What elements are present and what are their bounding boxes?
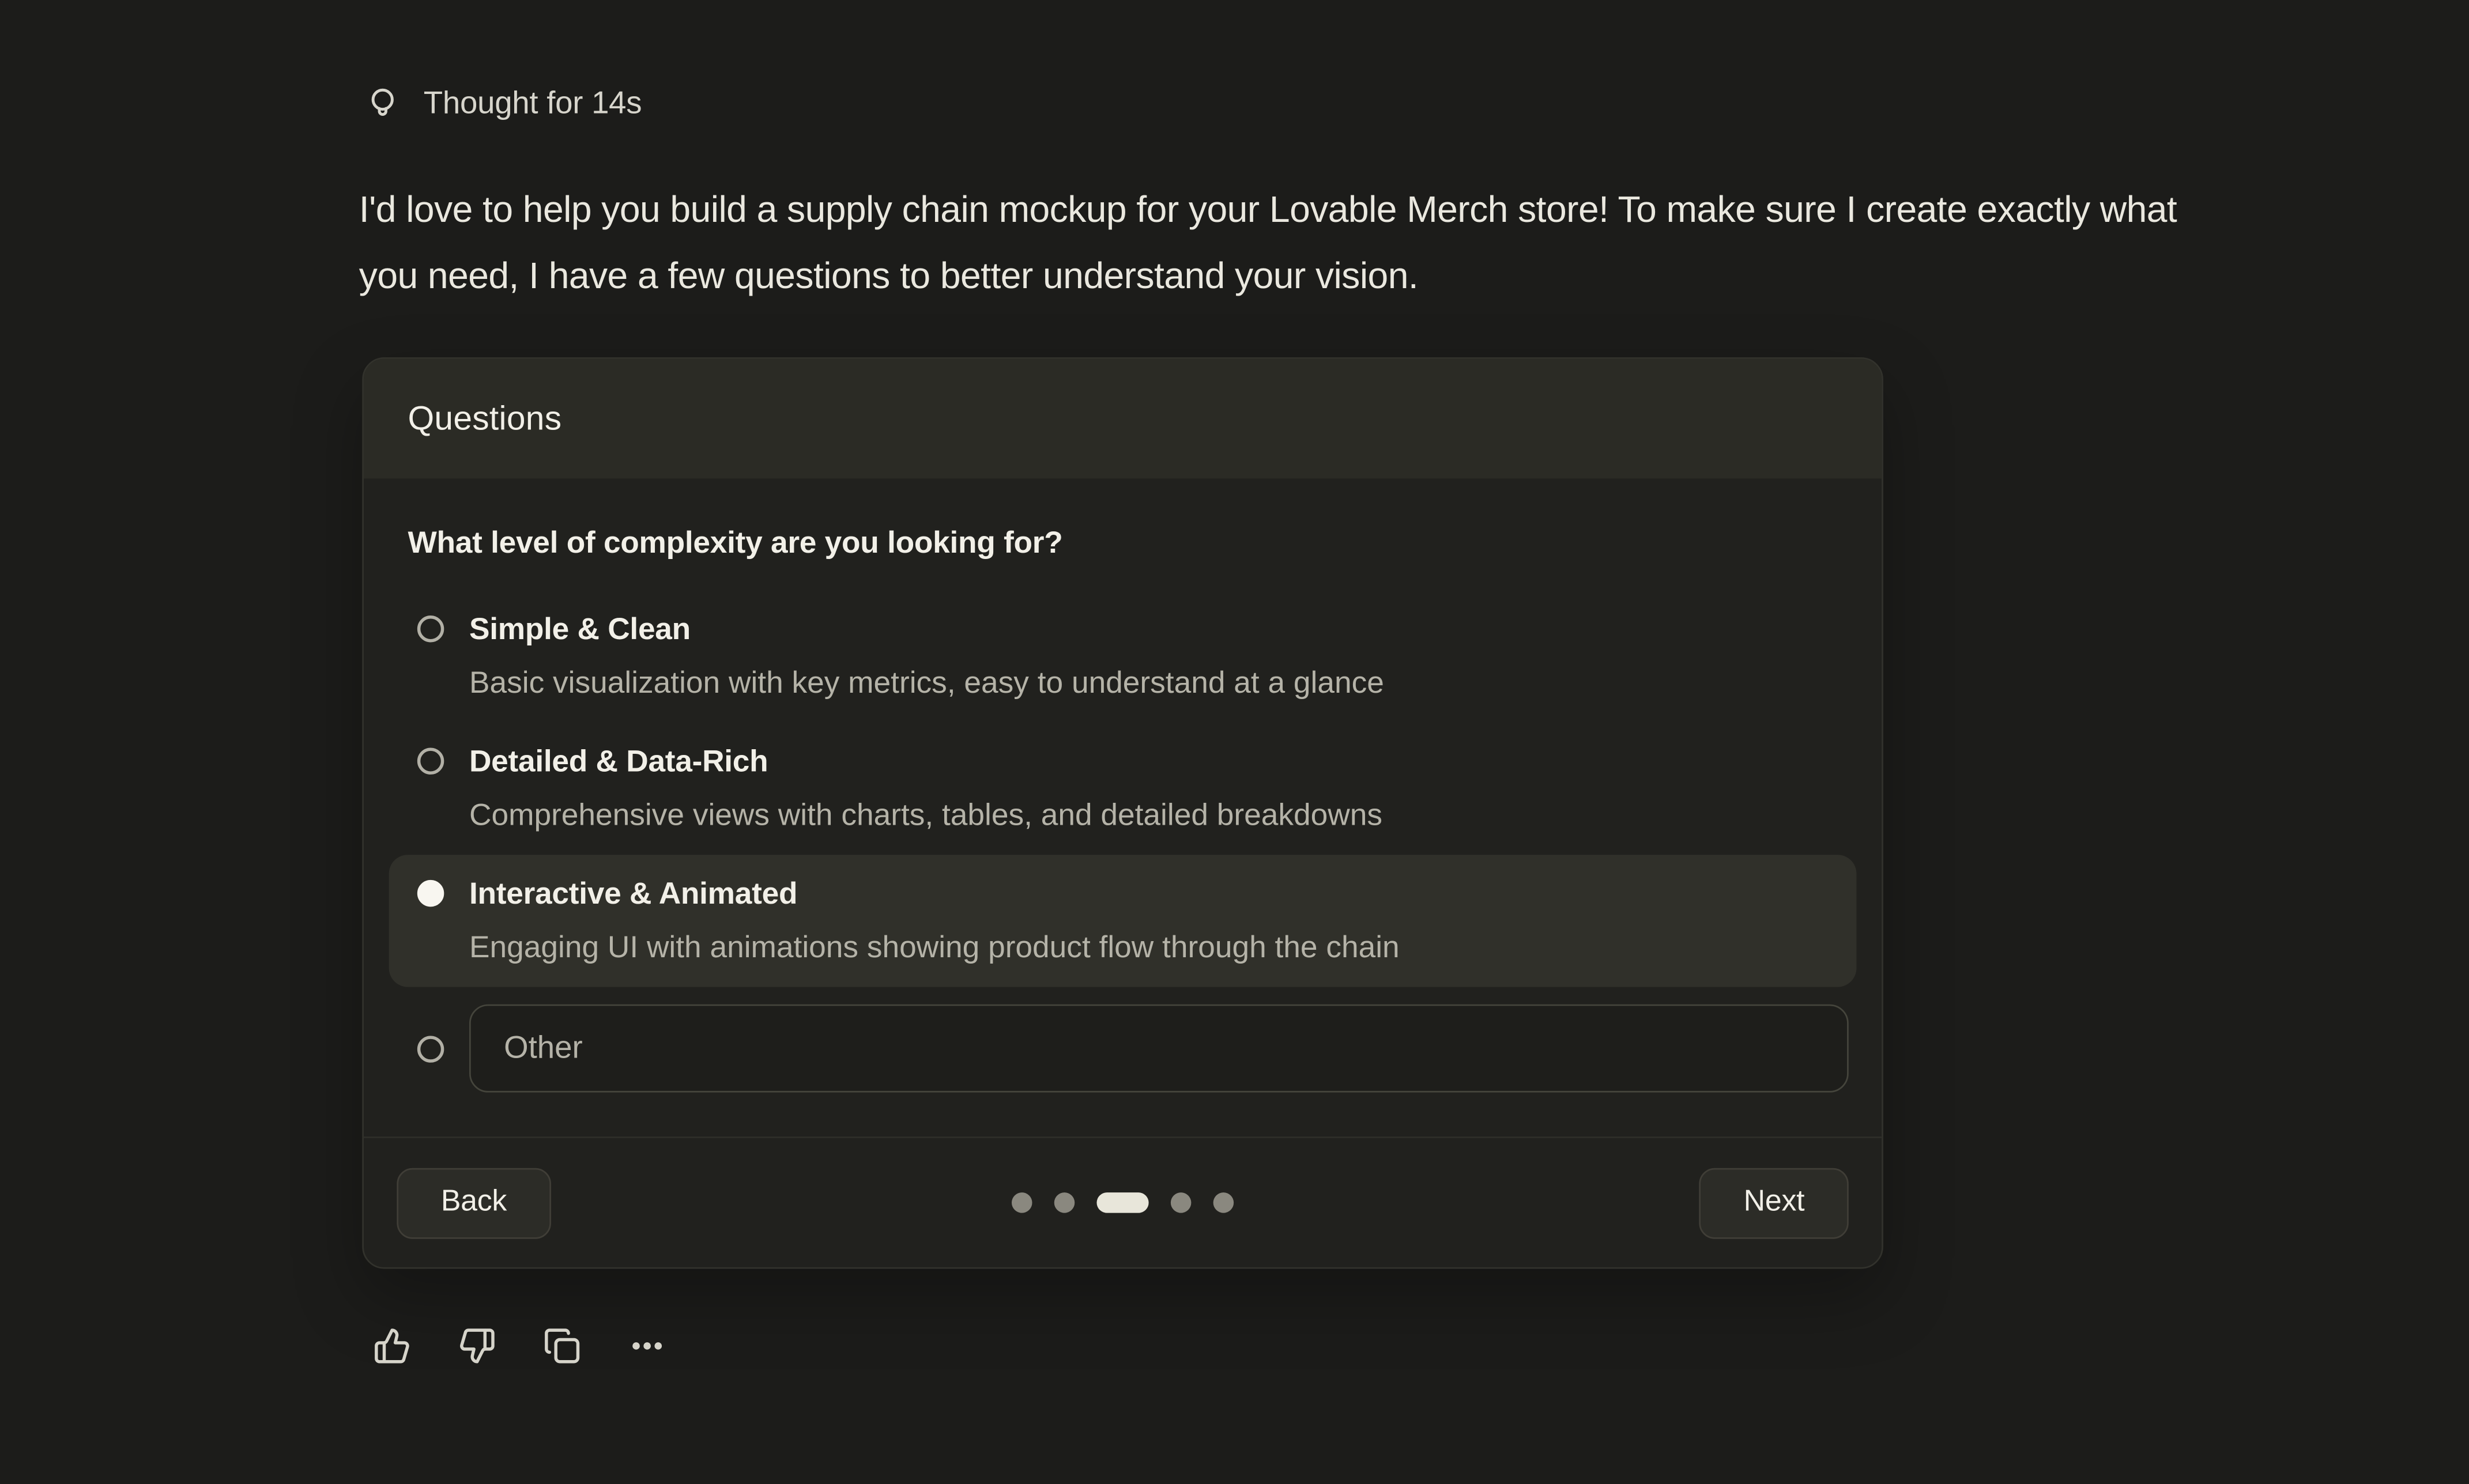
pagination-dot[interactable] [1012,1192,1032,1213]
pagination-dot[interactable] [1171,1192,1192,1213]
radio-button[interactable] [417,1035,444,1062]
back-button[interactable]: Back [397,1167,551,1238]
lightbulb-icon [364,85,402,123]
thinking-summary-toggle[interactable]: Thought for 14s [364,85,642,123]
pagination-dot[interactable] [1054,1192,1075,1213]
option-simple-clean[interactable]: Simple & Clean Basic visualization with … [389,590,1857,722]
option-text: Simple & Clean Basic visualization with … [469,606,1384,707]
thinking-label: Thought for 14s [424,86,642,122]
thumbs-down-button[interactable] [458,1327,496,1365]
radio-button[interactable] [417,880,444,907]
radio-button[interactable] [417,615,444,642]
copy-button[interactable] [543,1327,581,1365]
option-label: Detailed & Data-Rich [469,738,1382,786]
question-text: What level of complexity are you looking… [408,526,1837,562]
thumbs-down-icon [458,1327,496,1365]
pagination-dot[interactable] [1213,1192,1234,1213]
option-text: Interactive & Animated Engaging UI with … [469,871,1400,972]
option-detailed-data-rich[interactable]: Detailed & Data-Rich Comprehensive views… [389,723,1857,855]
other-input[interactable] [469,1005,1849,1093]
assistant-message-block: Thought for 14s I'd love to help you bui… [0,0,2469,1484]
questions-card: Questions What level of complexity are y… [362,357,1883,1269]
option-description: Basic visualization with key metrics, ea… [469,660,1384,707]
card-footer: Back Next [364,1136,1882,1267]
pagination-dots [1012,1192,1234,1213]
option-other[interactable] [389,1005,1857,1093]
copy-icon [543,1327,581,1365]
more-options-button[interactable] [628,1327,666,1365]
option-description: Comprehensive views with charts, tables,… [469,792,1382,839]
thumbs-up-icon [373,1327,411,1365]
next-button[interactable]: Next [1699,1167,1849,1238]
option-description: Engaging UI with animations showing prod… [469,924,1400,971]
card-title: Questions [408,399,561,438]
option-label: Interactive & Animated [469,871,1400,918]
option-interactive-animated[interactable]: Interactive & Animated Engaging UI with … [389,855,1857,987]
options-list: Simple & Clean Basic visualization with … [408,590,1837,1092]
assistant-message-text: I'd love to help you build a supply chai… [359,176,2202,308]
questions-card-header: Questions [364,359,1882,479]
ellipsis-icon [628,1327,666,1365]
questions-card-body: What level of complexity are you looking… [364,526,1882,1092]
thumbs-up-button[interactable] [373,1327,411,1365]
pagination-dot-active[interactable] [1096,1192,1148,1213]
message-actions [373,1327,666,1365]
option-label: Simple & Clean [469,606,1384,654]
radio-button[interactable] [417,747,444,774]
option-text: Detailed & Data-Rich Comprehensive views… [469,738,1382,839]
